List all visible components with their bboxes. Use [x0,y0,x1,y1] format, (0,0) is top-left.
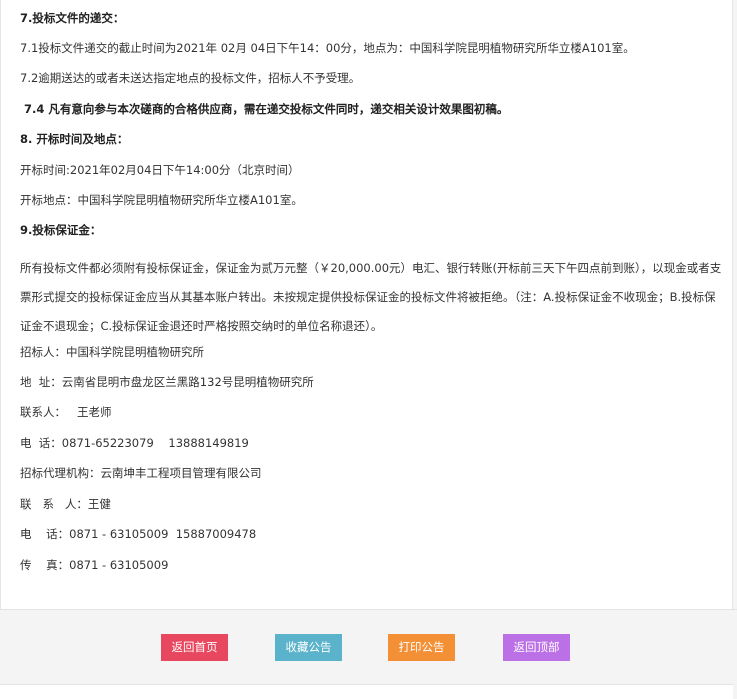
agency-fax-line: 传 真：0871 - 63105009 [20,558,169,572]
bid-opening-place: 开标地点：中国科学院昆明植物研究所华立楼A101室。 [20,193,303,207]
agency-phone-line: 电 话：0871 - 63105009 15887009478 [20,527,257,541]
back-home-button[interactable]: 返回首页 [161,634,228,661]
section-9-heading: 9.投标保证金： [20,223,102,237]
agency-line: 招标代理机构：云南坤丰工程项目管理有限公司 [20,466,262,480]
agency-contact-line: 联 系 人：王健 [20,497,111,511]
bid-opening-time: 开标时间:2021年02月04日下午14:00分（北京时间） [20,163,300,177]
announcement-content: 7.投标文件的递交： 7.1投标文件递交的截止时间为2021年 02月 04日下… [0,0,733,609]
section-8-heading: 8. 开标时间及地点： [20,132,129,146]
address-line: 地 址：云南省昆明市盘龙区兰黑路132号昆明植物研究所 [20,375,314,389]
action-bar: 返回首页 收藏公告 打印公告 返回顶部 [0,610,737,684]
section-7-1-text: 7.1投标文件递交的截止时间为2021年 02月 04日下午14：00分，地点为… [20,41,635,55]
bottom-panel [0,684,733,699]
contact-person-line: 联系人： 王老师 [20,405,112,419]
section-7-heading: 7.投标文件的递交： [20,11,125,25]
print-announcement-button[interactable]: 打印公告 [388,634,455,661]
tenderer-line: 招标人：中国科学院昆明植物研究所 [20,345,204,359]
bid-bond-paragraph: 所有投标文件都必须附有投标保证金，保证金为贰万元整（￥20,000.00元）电汇… [20,261,722,333]
section-7-4-text: 7.4 凡有意向参与本次磋商的合格供应商，需在递交投标文件同时，递交相关设计效果… [20,102,509,116]
back-to-top-button[interactable]: 返回顶部 [503,634,570,661]
section-7-2-text: 7.2逾期送达的或者未送达指定地点的投标文件，招标人不予受理。 [20,71,361,85]
phone-line: 电 话：0871-65223079 13888149819 [20,436,249,450]
favorite-announcement-button[interactable]: 收藏公告 [275,634,342,661]
